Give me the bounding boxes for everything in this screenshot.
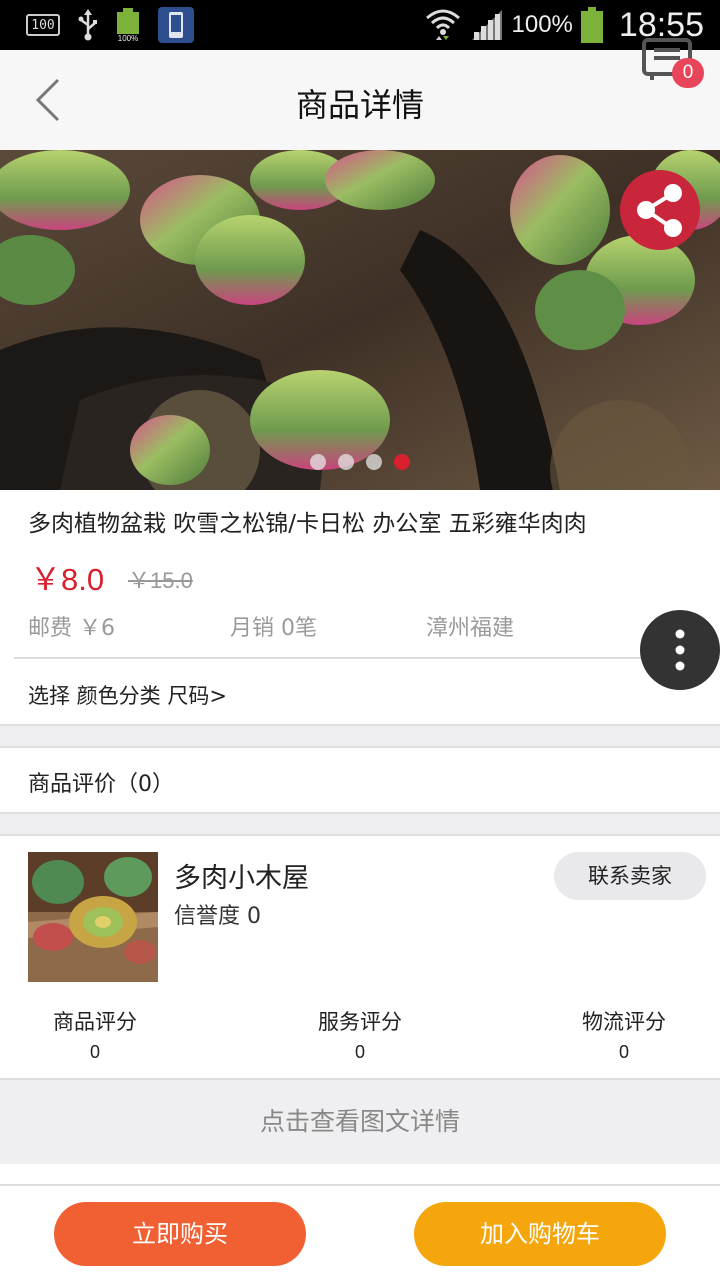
wifi-icon <box>425 9 460 40</box>
more-vertical-icon <box>675 629 685 671</box>
rating-label: 物流评分 <box>582 1010 666 1034</box>
app-header: 商品详情 <box>0 50 720 150</box>
shop-avatar[interactable] <box>28 852 158 982</box>
page-title: 商品详情 <box>295 86 424 124</box>
product-rating: 商品评分 0 <box>0 1006 190 1063</box>
product-price: ￥8.0 <box>30 562 105 597</box>
carousel-dots <box>0 454 720 470</box>
battery-charged-icon: 100% <box>116 8 140 43</box>
logistics-rating: 物流评分 0 <box>529 1006 719 1063</box>
phone-notification-icon <box>158 7 194 43</box>
contact-seller-button[interactable]: 联系卖家 <box>554 852 706 900</box>
more-options-button[interactable] <box>640 610 720 690</box>
shop-credit: 信誉度 0 <box>174 904 261 929</box>
view-details-link[interactable]: 点击查看图文详情 <box>0 1080 720 1164</box>
rating-label: 服务评分 <box>318 1010 402 1034</box>
reviews-label: 商品评价（0） <box>28 772 174 797</box>
storage-indicator-icon: 100 <box>26 14 60 36</box>
usb-icon <box>78 9 97 41</box>
battery-icon <box>580 7 603 43</box>
section-gap <box>0 814 720 834</box>
cart-count-badge: 0 <box>672 58 704 88</box>
section-gap <box>0 726 720 746</box>
bottom-action-bar: 立即购买 加入购物车 <box>0 1184 720 1280</box>
divider <box>14 657 720 659</box>
product-photo <box>0 150 720 490</box>
add-to-cart-button[interactable]: 加入购物车 <box>414 1202 666 1266</box>
service-rating: 服务评分 0 <box>265 1006 455 1063</box>
product-image-carousel[interactable] <box>0 150 720 490</box>
carousel-dot[interactable] <box>366 454 382 470</box>
share-icon <box>637 184 682 237</box>
status-left-icons: 100 100% <box>26 7 194 43</box>
battery-percent: 100% <box>511 11 573 38</box>
monthly-sales: 月销 0笔 <box>230 616 317 641</box>
product-title: 多肉植物盆栽 吹雪之松锦/卡日松 办公室 五彩雍华肉肉 <box>28 511 587 537</box>
rating-value: 0 <box>618 1042 629 1062</box>
shop-photo <box>28 852 158 982</box>
shop-section: 多肉小木屋 信誉度 0 联系卖家 商品评分 0 服务评分 0 物流评分 0 <box>0 836 720 1078</box>
status-bar: 100 100% 100% 18:55 <box>0 0 720 50</box>
reviews-row[interactable]: 商品评价（0） <box>0 748 720 812</box>
ship-location: 漳州福建 <box>426 616 515 641</box>
carousel-dot[interactable] <box>310 454 326 470</box>
carousel-dot-active[interactable] <box>394 454 410 470</box>
sku-select-row[interactable]: 选择 颜色分类 尺码> <box>0 660 720 724</box>
shipping-fee: 邮费 ￥6 <box>28 616 115 641</box>
battery-small-label: 100% <box>118 34 138 42</box>
sku-select-label: 选择 颜色分类 尺码> <box>28 684 227 708</box>
signal-icon <box>471 10 502 40</box>
carousel-dot[interactable] <box>338 454 354 470</box>
share-button[interactable] <box>620 170 700 250</box>
buy-now-button[interactable]: 立即购买 <box>54 1202 306 1266</box>
shop-name[interactable]: 多肉小木屋 <box>174 856 309 895</box>
rating-value: 0 <box>354 1042 365 1062</box>
rating-label: 商品评分 <box>53 1010 137 1034</box>
rating-value: 0 <box>89 1042 100 1062</box>
original-price: ￥15.0 <box>128 568 193 593</box>
